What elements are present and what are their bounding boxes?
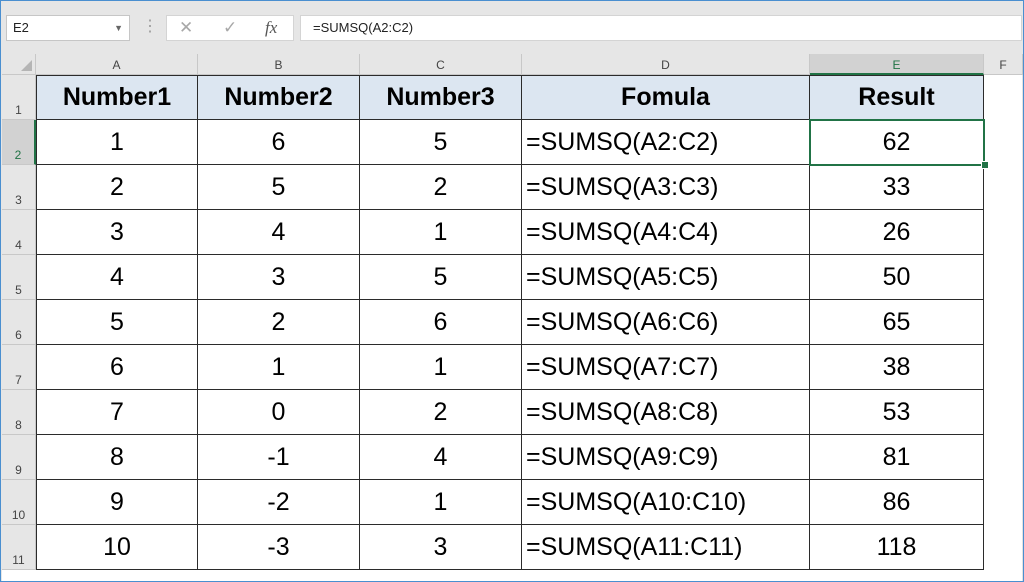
row-header-3[interactable]: 3 <box>2 165 36 210</box>
table-cell[interactable]: 6 <box>360 300 522 345</box>
table-cell[interactable]: 2 <box>198 300 360 345</box>
table-cell[interactable]: 1 <box>360 345 522 390</box>
formula-tools: ✕ ✓ fx <box>166 15 294 41</box>
fx-icon[interactable]: fx <box>265 18 277 38</box>
row-header-label: 3 <box>2 193 35 207</box>
row-header-label: 5 <box>2 283 35 297</box>
table-cell[interactable]: 7 <box>36 390 198 435</box>
close-icon[interactable]: ✕ <box>179 18 193 38</box>
table-cell[interactable]: =SUMSQ(A6:C6) <box>522 300 810 345</box>
table-cell[interactable]: =SUMSQ(A7:C7) <box>522 345 810 390</box>
table-cell[interactable]: =SUMSQ(A9:C9) <box>522 435 810 480</box>
name-box-value: E2 <box>13 20 29 35</box>
table-cell[interactable]: 3 <box>36 210 198 255</box>
select-all-button[interactable] <box>2 54 36 75</box>
row-header-label: 9 <box>2 463 35 477</box>
table-cell[interactable]: 65 <box>810 300 984 345</box>
column-header-b[interactable]: B <box>198 54 360 75</box>
table-cell[interactable]: 1 <box>360 210 522 255</box>
table-cell[interactable]: 1 <box>198 345 360 390</box>
table-cell[interactable]: 26 <box>810 210 984 255</box>
table-cell[interactable]: 0 <box>198 390 360 435</box>
table-cell[interactable]: 4 <box>198 210 360 255</box>
table-cell[interactable]: 2 <box>36 165 198 210</box>
table-cell[interactable]: 4 <box>36 255 198 300</box>
fill-handle[interactable] <box>981 161 989 169</box>
check-icon[interactable]: ✓ <box>223 18 237 38</box>
formula-input[interactable]: =SUMSQ(A2:C2) <box>300 15 1022 41</box>
table-cell[interactable]: =SUMSQ(A2:C2) <box>522 120 810 165</box>
row-header-label: 11 <box>2 553 35 567</box>
table-cell[interactable]: -2 <box>198 480 360 525</box>
row-header-2[interactable]: 2 <box>2 120 36 165</box>
header-cell[interactable]: Number3 <box>360 75 522 120</box>
column-header-e[interactable]: E <box>810 54 984 75</box>
column-header-a[interactable]: A <box>36 54 198 75</box>
row-header-4[interactable]: 4 <box>2 210 36 255</box>
table-cell[interactable]: 53 <box>810 390 984 435</box>
table-cell[interactable]: =SUMSQ(A10:C10) <box>522 480 810 525</box>
spreadsheet-window: E2 ▼ ⋮ ✕ ✓ fx =SUMSQ(A2:C2) ABCDEF123456… <box>0 0 1024 582</box>
row-header-label: 4 <box>2 238 35 252</box>
table-cell[interactable]: 9 <box>36 480 198 525</box>
select-all-icon <box>21 60 32 71</box>
table-cell[interactable]: 62 <box>810 120 984 165</box>
table-cell[interactable]: 1 <box>360 480 522 525</box>
table-cell[interactable]: =SUMSQ(A11:C11) <box>522 525 810 570</box>
table-cell[interactable]: 86 <box>810 480 984 525</box>
table-cell[interactable]: =SUMSQ(A8:C8) <box>522 390 810 435</box>
row-header-8[interactable]: 8 <box>2 390 36 435</box>
row-header-label: 8 <box>2 418 35 432</box>
table-cell[interactable]: -3 <box>198 525 360 570</box>
gridline <box>1022 75 1023 581</box>
table-cell[interactable]: 118 <box>810 525 984 570</box>
header-cell[interactable]: Fomula <box>522 75 810 120</box>
table-cell[interactable]: 5 <box>198 165 360 210</box>
table-cell[interactable]: 3 <box>198 255 360 300</box>
header-cell[interactable]: Result <box>810 75 984 120</box>
row-header-10[interactable]: 10 <box>2 480 36 525</box>
column-header-c[interactable]: C <box>360 54 522 75</box>
row-header-label: 10 <box>2 508 35 522</box>
table-cell[interactable]: 4 <box>360 435 522 480</box>
table-cell[interactable]: 2 <box>360 165 522 210</box>
row-header-1[interactable]: 1 <box>2 75 36 120</box>
worksheet-grid[interactable]: ABCDEF1234567891011Number1Number2Number3… <box>2 54 1023 581</box>
row-header-label: 6 <box>2 328 35 342</box>
column-header-d[interactable]: D <box>522 54 810 75</box>
row-header-5[interactable]: 5 <box>2 255 36 300</box>
more-options-icon[interactable]: ⋮ <box>142 19 158 35</box>
table-cell[interactable]: 8 <box>36 435 198 480</box>
table-cell[interactable]: =SUMSQ(A5:C5) <box>522 255 810 300</box>
row-header-label: 7 <box>2 373 35 387</box>
table-cell[interactable]: 10 <box>36 525 198 570</box>
table-cell[interactable]: 81 <box>810 435 984 480</box>
table-cell[interactable]: 38 <box>810 345 984 390</box>
table-cell[interactable]: -1 <box>198 435 360 480</box>
table-cell[interactable]: 5 <box>360 255 522 300</box>
table-cell[interactable]: =SUMSQ(A4:C4) <box>522 210 810 255</box>
table-cell[interactable]: 1 <box>36 120 198 165</box>
header-cell[interactable]: Number1 <box>36 75 198 120</box>
table-cell[interactable]: 5 <box>36 300 198 345</box>
formula-bar: E2 ▼ ⋮ ✕ ✓ fx =SUMSQ(A2:C2) <box>2 2 1022 44</box>
row-header-9[interactable]: 9 <box>2 435 36 480</box>
row-header-label: 2 <box>2 148 34 162</box>
table-cell[interactable]: 2 <box>360 390 522 435</box>
table-cell[interactable]: 6 <box>36 345 198 390</box>
chevron-down-icon[interactable]: ▼ <box>114 16 123 40</box>
table-cell[interactable]: =SUMSQ(A3:C3) <box>522 165 810 210</box>
row-header-label: 1 <box>2 103 35 117</box>
name-box[interactable]: E2 ▼ <box>6 15 130 41</box>
row-header-6[interactable]: 6 <box>2 300 36 345</box>
table-cell[interactable]: 5 <box>360 120 522 165</box>
table-cell[interactable]: 3 <box>360 525 522 570</box>
row-header-7[interactable]: 7 <box>2 345 36 390</box>
table-cell[interactable]: 33 <box>810 165 984 210</box>
row-header-11[interactable]: 11 <box>2 525 36 570</box>
header-cell[interactable]: Number2 <box>198 75 360 120</box>
column-header-f[interactable]: F <box>984 54 1023 75</box>
table-cell[interactable]: 50 <box>810 255 984 300</box>
table-cell[interactable]: 6 <box>198 120 360 165</box>
